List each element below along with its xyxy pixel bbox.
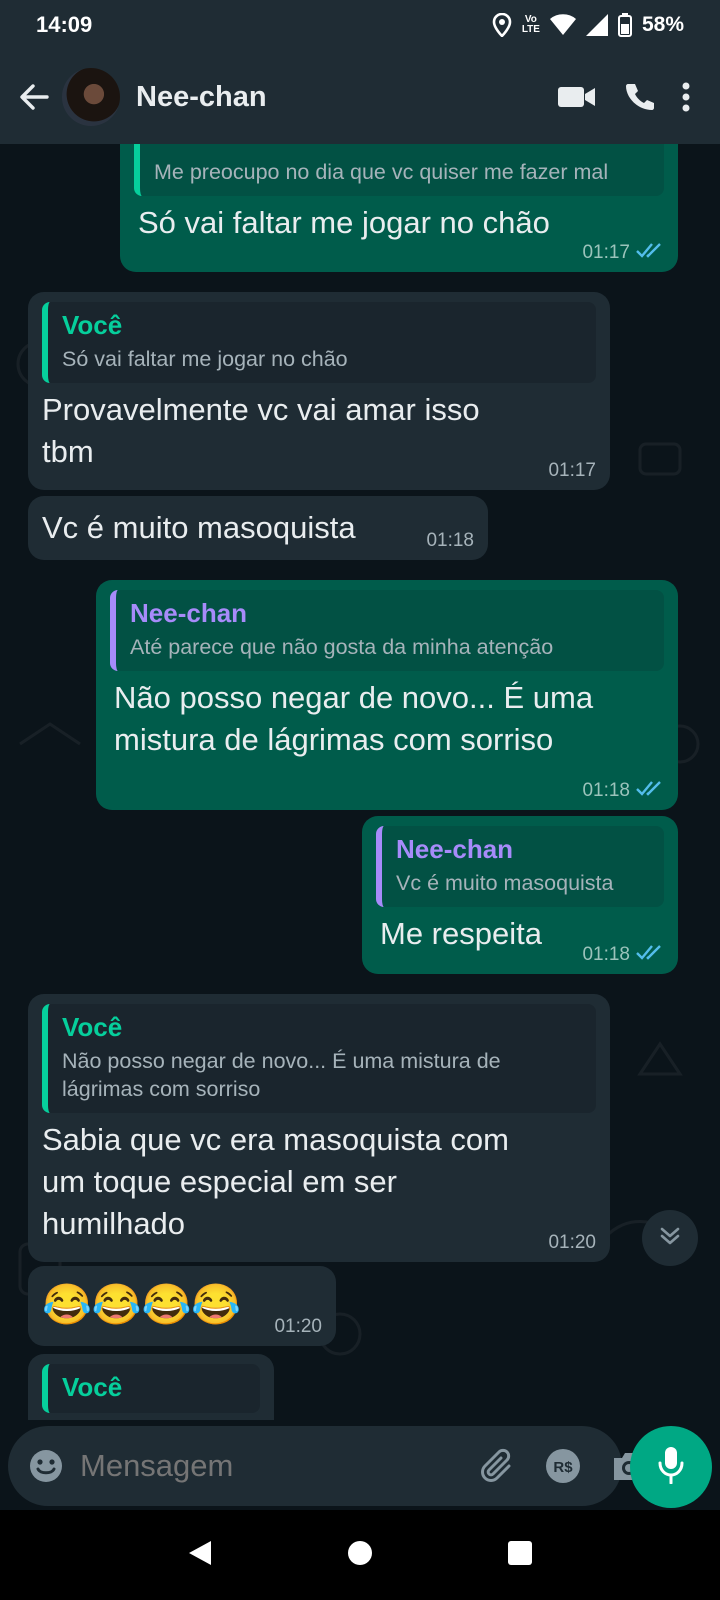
voice-message-button[interactable] — [630, 1426, 712, 1508]
nav-home-icon[interactable] — [347, 1540, 373, 1571]
quoted-text: Até parece que não gosta da minha atençã… — [130, 635, 554, 659]
message-bubble-outgoing[interactable]: Nee-chan Vc é muito masoquista Me respei… — [362, 816, 678, 974]
message-meta: 01:18 — [426, 530, 474, 552]
message-bubble-outgoing[interactable]: Me preocupo no dia que vc quiser me faze… — [120, 144, 678, 272]
message-text: Não posso negar de novo... É uma mistura… — [114, 680, 594, 757]
message-meta: 01:17 — [582, 242, 664, 264]
message-text: Provavelmente vc vai amar isso tbm — [42, 392, 480, 469]
battery-icon — [617, 13, 632, 37]
read-ticks-icon — [636, 780, 664, 802]
message-time: 01:17 — [582, 242, 630, 263]
more-options-icon[interactable] — [682, 82, 690, 112]
mic-icon — [658, 1446, 684, 1489]
message-time: 01:17 — [548, 460, 596, 481]
message-time: 01:18 — [582, 944, 630, 965]
quoted-author: Nee-chan — [396, 834, 514, 864]
quoted-message[interactable]: Você — [42, 1364, 260, 1413]
message-meta: 01:17 — [548, 460, 596, 482]
signal-icon — [585, 14, 608, 36]
location-icon — [492, 13, 512, 37]
scroll-to-bottom-button[interactable] — [642, 1210, 698, 1266]
lte-label: LTE — [521, 24, 540, 35]
message-meta: 01:18 — [582, 780, 664, 802]
message-bubble-outgoing[interactable]: Nee-chan Até parece que não gosta da min… — [96, 580, 678, 810]
chat-header: Nee-chan — [0, 50, 720, 144]
status-bar: 14:09 Vo LTE 58% — [0, 0, 720, 50]
message-input-container: R$ — [8, 1426, 644, 1506]
message-time: 01:20 — [548, 1232, 596, 1253]
battery-percent: 58% — [641, 13, 684, 36]
quoted-author: Você — [62, 1012, 123, 1042]
contact-name[interactable]: Nee-chan — [136, 81, 267, 114]
quoted-message[interactable]: Você Não posso negar de novo... É uma mi… — [42, 1004, 596, 1113]
message-text: Só vai faltar me jogar no chão — [138, 205, 550, 240]
nav-back-icon[interactable] — [187, 1539, 213, 1572]
message-meta: 01:20 — [274, 1316, 322, 1338]
quoted-author: Nee-chan — [130, 598, 248, 628]
emoji-icon[interactable] — [28, 1448, 64, 1484]
chevron-down-icon — [658, 1224, 682, 1253]
message-bubble-incoming[interactable]: 😂😂😂😂 01:20 — [28, 1266, 336, 1346]
message-time: 01:18 — [426, 530, 474, 551]
message-bubble-incoming[interactable]: Você Não posso negar de novo... É uma mi… — [28, 994, 610, 1262]
quoted-author: Você — [62, 310, 123, 340]
composer: R$ — [0, 1420, 720, 1510]
wifi-icon — [549, 14, 576, 36]
attach-icon[interactable] — [479, 1448, 515, 1484]
video-call-icon[interactable] — [558, 85, 596, 109]
read-ticks-icon — [636, 944, 664, 966]
message-input[interactable] — [78, 1448, 479, 1484]
system-navigation-bar — [0, 1510, 720, 1600]
message-meta: 01:20 — [548, 1232, 596, 1254]
payment-icon[interactable]: R$ — [545, 1448, 581, 1484]
message-time: 01:20 — [274, 1316, 322, 1337]
phone-icon[interactable] — [624, 82, 654, 112]
nav-recents-icon[interactable] — [507, 1540, 533, 1571]
quoted-message[interactable]: Nee-chan Até parece que não gosta da min… — [110, 590, 664, 671]
contact-avatar[interactable] — [62, 68, 120, 126]
message-time: 01:18 — [582, 780, 630, 801]
quoted-text: Só vai faltar me jogar no chão — [62, 347, 348, 371]
quoted-text: Não posso negar de novo... É uma mistura… — [62, 1049, 501, 1101]
message-text: Sabia que vc era masoquista com um toque… — [42, 1122, 509, 1241]
message-bubble-incoming[interactable]: Você — [28, 1354, 274, 1420]
quoted-text: Me preocupo no dia que vc quiser me faze… — [154, 160, 609, 184]
back-arrow-icon[interactable] — [12, 75, 56, 119]
quoted-message[interactable]: Nee-chan Vc é muito masoquista — [376, 826, 664, 907]
quoted-author: Você — [62, 1372, 123, 1402]
message-text: Vc é muito masoquista — [42, 510, 356, 545]
message-bubble-incoming[interactable]: Você Só vai faltar me jogar no chão Prov… — [28, 292, 610, 490]
quoted-message[interactable]: Você Só vai faltar me jogar no chão — [42, 302, 596, 383]
status-time: 14:09 — [36, 12, 93, 37]
volte-indicator: Vo LTE — [522, 15, 540, 35]
read-ticks-icon — [636, 242, 664, 264]
chat-area[interactable]: Me preocupo no dia que vc quiser me faze… — [0, 144, 720, 1420]
status-icons: Vo LTE 58% — [492, 13, 684, 37]
quoted-text: Vc é muito masoquista — [396, 871, 614, 895]
svg-text:R$: R$ — [553, 1459, 573, 1476]
message-bubble-incoming[interactable]: Vc é muito masoquista 01:18 — [28, 496, 488, 560]
quoted-message[interactable]: Me preocupo no dia que vc quiser me faze… — [134, 144, 664, 196]
message-meta: 01:18 — [582, 944, 664, 966]
